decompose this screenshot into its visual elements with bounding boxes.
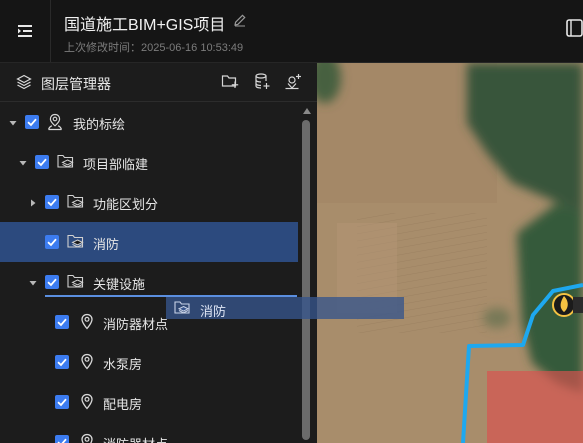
tree-scrollbar[interactable] (299, 102, 315, 443)
layer-checkbox[interactable] (35, 155, 49, 169)
tree-row-label: 我的标绘 (73, 117, 126, 132)
layer-checkbox[interactable] (55, 395, 69, 409)
tree-row[interactable]: 功能区划分 (0, 182, 298, 222)
layer-folder-icon (67, 273, 86, 292)
layer-folder-icon (67, 193, 86, 212)
menu-icon (18, 25, 32, 37)
menu-toggle-button[interactable] (0, 0, 51, 62)
tree-row-label: 消防器材点 (103, 317, 169, 332)
tree-row-label: 功能区划分 (93, 197, 159, 212)
layer-folder-icon (174, 301, 190, 314)
chevron-down-icon[interactable] (8, 116, 18, 126)
add-marker-icon[interactable] (284, 73, 302, 90)
user-pin-icon (47, 113, 63, 134)
device-icon[interactable] (566, 18, 583, 38)
tree-row[interactable]: 消防 (0, 222, 298, 262)
layer-checkbox[interactable] (25, 115, 39, 129)
chevron-down-icon[interactable] (18, 156, 28, 166)
layer-checkbox[interactable] (55, 355, 69, 369)
scrollbar-thumb[interactable] (302, 120, 310, 440)
drag-ghost: 消防 (166, 297, 404, 319)
tree-row[interactable]: 消防器材点 (0, 422, 298, 443)
layers-icon (16, 74, 32, 90)
tree-row-label: 水泵房 (103, 357, 143, 372)
tree-row-label: 消防器材点 (103, 434, 168, 443)
layer-checkbox[interactable] (55, 315, 69, 329)
layer-manager-panel: 图层管理器 我的标绘项目部临建功能区划分消防关键设施消防器材点水泵房配电房消防器… (0, 63, 317, 443)
location-pin-icon (80, 433, 94, 443)
tree-row[interactable]: 我的标绘 (0, 102, 298, 142)
panel-title: 图层管理器 (41, 76, 111, 92)
tree-row[interactable]: 配电房 (0, 382, 298, 422)
location-pin-icon (80, 393, 94, 413)
tree-row-label: 消防 (93, 237, 120, 252)
hazard-zone-area[interactable] (487, 371, 583, 443)
layer-checkbox[interactable] (45, 275, 59, 289)
new-folder-icon[interactable] (221, 73, 239, 89)
last-modified-text: 上次修改时间：2025-06-16 10:53:49 (64, 42, 244, 54)
scroll-up-icon[interactable] (303, 108, 311, 114)
location-pin-icon (80, 353, 94, 373)
layer-folder-icon (57, 153, 76, 172)
project-title: 国道施工BIM+GIS项目 (64, 17, 226, 34)
chevron-down-icon[interactable] (28, 276, 38, 286)
layer-checkbox[interactable] (45, 195, 59, 209)
drag-ghost-label: 消防 (200, 304, 227, 319)
layer-tree: 我的标绘项目部临建功能区划分消防关键设施消防器材点水泵房配电房消防器材点 (0, 102, 298, 443)
fire-marker-icon[interactable] (552, 293, 583, 317)
tree-row[interactable]: 水泵房 (0, 342, 298, 382)
database-icon[interactable] (254, 73, 270, 90)
edit-icon[interactable] (233, 13, 247, 27)
tree-row-label: 关键设施 (93, 277, 146, 292)
location-pin-icon (80, 313, 94, 333)
layer-checkbox[interactable] (55, 435, 69, 443)
tree-row-label: 项目部临建 (83, 157, 149, 172)
chevron-right-icon[interactable] (28, 196, 38, 207)
map-imagery (317, 63, 583, 443)
app-header: 国道施工BIM+GIS项目 上次修改时间：2025-06-16 10:53:49 (0, 0, 583, 63)
satellite-map-view[interactable] (317, 63, 583, 443)
panel-header: 图层管理器 (0, 63, 317, 102)
layer-folder-icon (67, 233, 86, 252)
layer-checkbox[interactable] (45, 235, 59, 249)
tree-row-label: 配电房 (103, 397, 143, 412)
tree-row[interactable]: 项目部临建 (0, 142, 298, 182)
